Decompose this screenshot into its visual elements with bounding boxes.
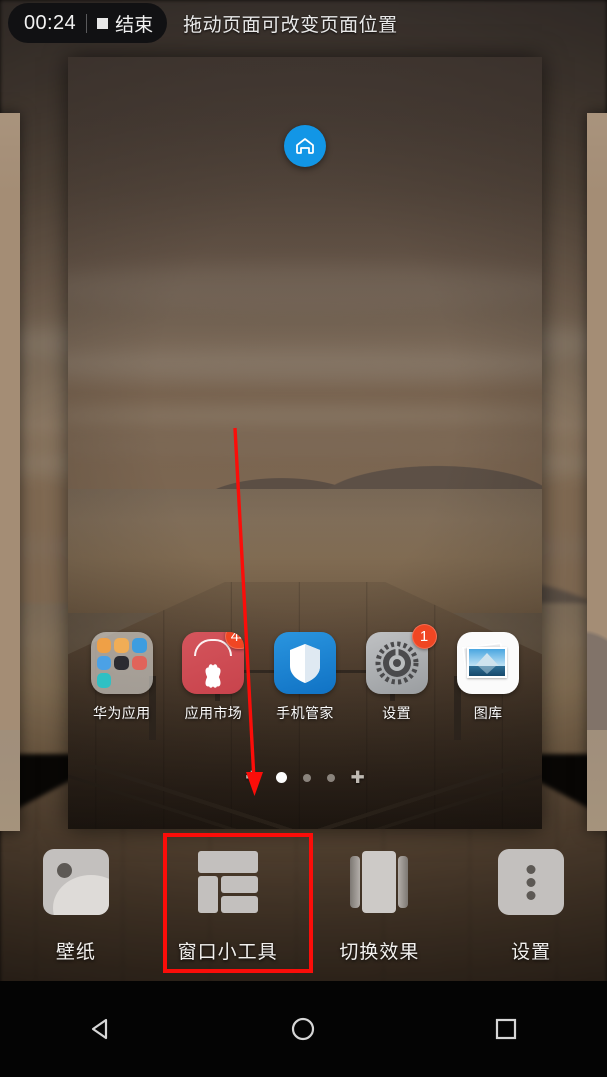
page-dot[interactable]	[302, 773, 311, 782]
app-item[interactable]: 44 应用市场	[171, 632, 255, 723]
toolbar-label: 壁纸	[55, 942, 96, 963]
home-page-badge[interactable]	[284, 125, 326, 167]
folder-icon	[90, 632, 153, 694]
home-icon	[296, 138, 314, 154]
page-indicator: ✚ ✚	[68, 769, 542, 786]
nav-recents-button[interactable]	[468, 999, 544, 1059]
home-circle-icon	[292, 1017, 315, 1041]
app-label: 应用市场	[184, 705, 243, 721]
editor-toolbar: 壁纸 窗口小工具 切换效果 设置	[0, 833, 607, 980]
android-navigation-bar	[0, 981, 607, 1077]
wallpaper-icon	[42, 849, 109, 915]
app-item[interactable]: 手机管家	[263, 632, 347, 723]
settings-gear-icon: 1	[365, 624, 437, 694]
recording-timer: 00:24	[24, 11, 77, 34]
app-item[interactable]: 华为应用	[80, 632, 164, 723]
toolbar-label: 窗口小工具	[177, 942, 278, 963]
more-settings-icon	[498, 849, 565, 915]
add-page-icon[interactable]: ✚	[245, 769, 259, 786]
toolbar-item-widgets[interactable]: 窗口小工具	[152, 833, 304, 980]
app-market-icon: 44	[182, 632, 245, 694]
recording-status-bar: 00:24 结束 拖动页面可改变页面位置	[0, 0, 607, 46]
nav-home-button[interactable]	[265, 999, 341, 1059]
active-page-card[interactable]: 华为应用 44 应用市场 手机管家 1 设置 图库 ✚ ✚	[68, 57, 542, 829]
page-dot-active[interactable]	[275, 772, 287, 783]
phone-screen: 日历 运动 新闻	[0, 0, 607, 1077]
gallery-icon	[457, 632, 520, 694]
stop-recording-label: 结束	[115, 14, 154, 36]
toolbar-label: 设置	[511, 942, 552, 963]
back-triangle-icon	[92, 1018, 108, 1040]
page-preview-right[interactable]: 日历 运动 新闻	[587, 113, 607, 831]
app-item[interactable]: 1 设置	[355, 624, 439, 723]
app-label: 设置	[382, 705, 411, 721]
toolbar-label: 切换效果	[339, 942, 420, 963]
stop-recording-button[interactable]: 结束	[97, 10, 153, 37]
app-label: 华为应用	[92, 705, 151, 721]
divider	[86, 13, 88, 33]
phone-manager-icon	[273, 632, 336, 694]
toolbar-item-wallpaper[interactable]: 壁纸	[0, 833, 152, 980]
widgets-icon	[195, 849, 261, 915]
recording-pill[interactable]: 00:24 结束	[8, 3, 168, 43]
shield-icon	[289, 644, 320, 683]
notification-badge: 1	[411, 624, 437, 649]
drag-hint-text: 拖动页面可改变页面位置	[183, 14, 398, 36]
transitions-icon	[346, 849, 412, 915]
stop-square-icon	[97, 17, 109, 29]
app-item[interactable]: 图库	[446, 632, 530, 723]
nav-back-button[interactable]	[63, 999, 139, 1059]
app-label: 手机管家	[276, 705, 334, 721]
page-preview-left[interactable]	[0, 113, 20, 831]
add-page-icon[interactable]: ✚	[351, 769, 365, 786]
home-app-row: 华为应用 44 应用市场 手机管家 1 设置 图库	[68, 624, 542, 723]
app-label: 图库	[473, 705, 503, 721]
toolbar-item-transitions[interactable]: 切换效果	[304, 833, 456, 980]
recents-square-icon	[495, 1018, 516, 1040]
page-dot[interactable]	[326, 773, 335, 782]
toolbar-item-settings[interactable]: 设置	[455, 833, 607, 980]
